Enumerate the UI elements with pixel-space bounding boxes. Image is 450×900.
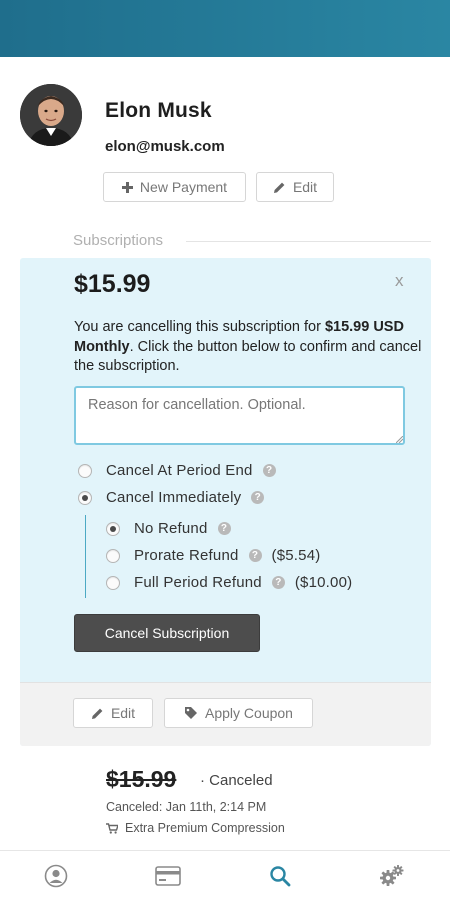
cancel-subscription-button[interactable]: Cancel Subscription: [74, 614, 260, 652]
help-icon[interactable]: ?: [251, 491, 265, 504]
cancellation-reason-input[interactable]: [74, 386, 405, 445]
pencil-icon: [273, 182, 285, 193]
nav-payments[interactable]: [155, 863, 181, 889]
subscription-actions-footer: Edit Apply Coupon: [20, 682, 431, 746]
apply-coupon-button[interactable]: Apply Coupon: [164, 698, 313, 728]
option-prorate-refund-label: Prorate Refund: [134, 547, 239, 564]
new-payment-button[interactable]: New Payment: [103, 172, 246, 202]
pencil-icon: [91, 708, 103, 719]
help-icon[interactable]: ?: [248, 549, 262, 562]
cancel-message: You are cancelling this subscription for…: [74, 318, 424, 377]
settings-icon: [380, 865, 404, 886]
nav-profile[interactable]: [43, 863, 69, 889]
edit-profile-button[interactable]: Edit: [256, 172, 334, 202]
help-icon[interactable]: ?: [271, 576, 285, 589]
close-icon[interactable]: x: [395, 271, 404, 291]
subscriptions-heading: Subscriptions: [73, 232, 164, 249]
user-name: Elon Musk: [105, 99, 212, 122]
radio-period-end[interactable]: [78, 463, 92, 478]
radio-no-refund[interactable]: [106, 521, 120, 536]
user-email: elon@musk.com: [105, 138, 225, 155]
app-header-bar: [0, 0, 450, 57]
nav-search[interactable]: [267, 863, 293, 889]
help-icon[interactable]: ?: [217, 522, 231, 535]
radio-selected-dot: [82, 494, 88, 501]
prorate-refund-amount: ($5.54): [271, 547, 321, 564]
radio-immediately[interactable]: [78, 490, 92, 505]
help-icon[interactable]: ?: [262, 464, 276, 477]
option-cancel-period-end-label: Cancel At Period End: [106, 462, 253, 479]
search-icon: [270, 866, 291, 887]
radio-prorate-refund[interactable]: [106, 548, 120, 563]
option-cancel-immediately-label: Cancel Immediately: [106, 489, 242, 506]
edit-subscription-label: Edit: [110, 705, 136, 721]
edit-subscription-button[interactable]: Edit: [73, 698, 153, 728]
bottom-navigation: [0, 850, 450, 900]
user-avatar: [20, 84, 82, 146]
refund-options-guide: [85, 515, 86, 598]
plus-icon: [121, 181, 133, 193]
canceled-subscription-price: $15.99: [106, 766, 177, 792]
product-line: Extra Premium Compression: [106, 821, 285, 835]
option-cancel-period-end[interactable]: Cancel At Period End ?: [78, 462, 276, 479]
user-icon: [44, 864, 68, 888]
full-refund-amount: ($10.00): [294, 574, 353, 591]
option-no-refund[interactable]: No Refund ?: [106, 520, 231, 537]
cancel-subscription-panel: $15.99 x You are cancelling this subscri…: [20, 258, 431, 746]
option-full-refund-label: Full Period Refund: [134, 574, 262, 591]
option-full-refund[interactable]: Full Period Refund ? ($10.00): [106, 574, 352, 591]
radio-selected-dot: [110, 525, 116, 532]
nav-settings[interactable]: [379, 863, 405, 889]
option-prorate-refund[interactable]: Prorate Refund ? ($5.54): [106, 547, 320, 564]
option-cancel-immediately[interactable]: Cancel Immediately ?: [78, 489, 265, 506]
radio-full-refund[interactable]: [106, 575, 120, 590]
cart-icon: [106, 822, 118, 834]
option-no-refund-label: No Refund: [134, 520, 208, 537]
cancel-message-prefix: You are cancelling this subscription for: [74, 319, 325, 335]
apply-coupon-label: Apply Coupon: [205, 705, 293, 721]
edit-profile-label: Edit: [292, 179, 318, 195]
subscription-price: $15.99: [74, 270, 151, 298]
new-payment-label: New Payment: [139, 179, 228, 195]
canceled-status: · Canceled: [200, 772, 273, 789]
canceled-date: Canceled: Jan 11th, 2:14 PM: [106, 800, 267, 814]
tag-icon: [185, 707, 198, 719]
resize-grip-icon[interactable]: [396, 436, 403, 443]
card-icon: [155, 866, 181, 886]
section-divider: [186, 241, 431, 242]
product-name: Extra Premium Compression: [125, 821, 285, 835]
